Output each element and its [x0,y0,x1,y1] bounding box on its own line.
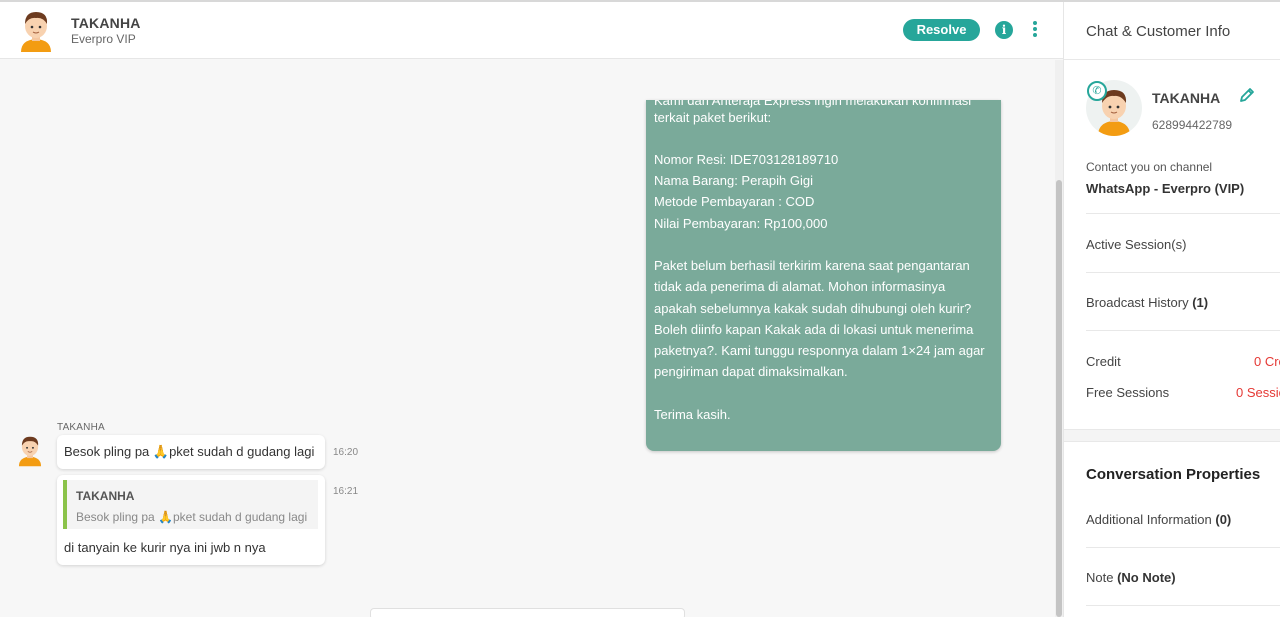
message-composer[interactable] [370,608,685,617]
agent-message-line: terkait paket berikut: [654,110,772,125]
customer-message-bubble[interactable]: Besok pling pa 🙏pket sudah d gudang lagi [57,435,325,469]
divider [1086,213,1280,214]
customer-reply-bubble[interactable]: TAKANHA Besok pling pa 🙏pket sudah d gud… [57,475,325,565]
message-timestamp: 16:21 [333,486,359,497]
quoted-text: Besok pling pa 🙏pket sudah d gudang lagi [76,510,308,524]
customer-info-panel: Chat & Customer Info ✆ TAKANHA 628994422… [1063,2,1280,617]
customer-avatar-icon [18,436,42,467]
avatar-icon[interactable] [17,8,55,52]
divider [1064,59,1280,60]
additional-information-count: (0) [1215,512,1232,527]
agent-message-line: paketnya?. Kami tunggu responnya dalam 1… [654,343,985,358]
message-timestamp: 16:20 [333,447,359,458]
agent-message-line: Terima kasih. [654,407,731,422]
contact-subtitle: Everpro VIP [71,32,136,46]
contact-name: TAKANHA [71,15,141,31]
customer-name: TAKANHA [1152,90,1221,106]
message-sender-label: TAKANHA [57,422,105,433]
channel-label: Contact you on channel [1086,160,1213,174]
whatsapp-badge-icon: ✆ [1087,81,1107,101]
note-label: Note [1086,570,1114,585]
agent-message-line: pengiriman dapat dimaksimalkan. [654,364,848,379]
agent-message-line: Nama Barang: Perapih Gigi [654,173,813,188]
panel-title: Chat & Customer Info [1086,23,1231,40]
chat-header: TAKANHA Everpro VIP Resolve i [0,2,1063,59]
agent-message-line: Metode Pembayaran : COD [654,194,815,209]
divider [1086,330,1280,331]
chat-scrollbar-thumb[interactable] [1056,180,1062,617]
credit-label: Credit [1086,354,1121,369]
additional-information-link[interactable]: Additional Information (0) [1086,512,1231,527]
agent-message-line: Nomor Resi: IDE703128189710 [654,152,839,167]
divider [1086,547,1280,548]
section-separator [1064,429,1280,442]
customer-phone: 628994422789 [1152,118,1233,132]
edit-pencil-icon[interactable] [1238,86,1256,104]
quoted-sender: TAKANHA [76,489,135,503]
agent-message-line: Boleh diinfo kapan Kakak ada di lokasi u… [654,322,974,337]
quoted-message[interactable]: TAKANHA Besok pling pa 🙏pket sudah d gud… [63,480,318,529]
divider [1086,272,1280,273]
note-value: (No Note) [1117,570,1176,585]
broadcast-history-label: Broadcast History [1086,295,1189,310]
free-sessions-label: Free Sessions [1086,385,1170,400]
broadcast-history-link[interactable]: Broadcast History (1) [1086,295,1208,310]
resolve-button[interactable]: Resolve [903,19,980,41]
broadcast-history-count: (1) [1192,295,1209,310]
credit-value: 0 Credit [1254,354,1280,369]
free-sessions-value: 0 Sessions [1236,385,1280,400]
additional-information-label: Additional Information [1086,512,1212,527]
agent-message-line: tidak ada penerima di alamat. Mohon info… [654,279,946,294]
channel-value: WhatsApp - Everpro (VIP) [1086,181,1245,196]
note-link[interactable]: Note (No Note) [1086,570,1176,585]
more-vertical-icon[interactable] [1027,20,1043,40]
agent-message-bubble: Kami dari Anteraja Express ingin melakuk… [646,100,1001,451]
conversation-properties-heading: Conversation Properties [1086,466,1261,483]
info-icon[interactable]: i [995,21,1013,39]
agent-message-line: Kami dari Anteraja Express ingin melakuk… [654,100,972,108]
agent-message-line: Nilai Pembayaran: Rp100,000 [654,216,828,231]
reply-text: di tanyain ke kurir nya ini jwb n nya [64,540,266,555]
agent-message-line: Paket belum berhasil terkirim karena saa… [654,258,970,273]
divider [1086,605,1280,606]
active-sessions-link[interactable]: Active Session(s) [1086,237,1186,252]
agent-message-line: apakah sebelumnya kakak sudah dihubungi … [654,301,972,316]
